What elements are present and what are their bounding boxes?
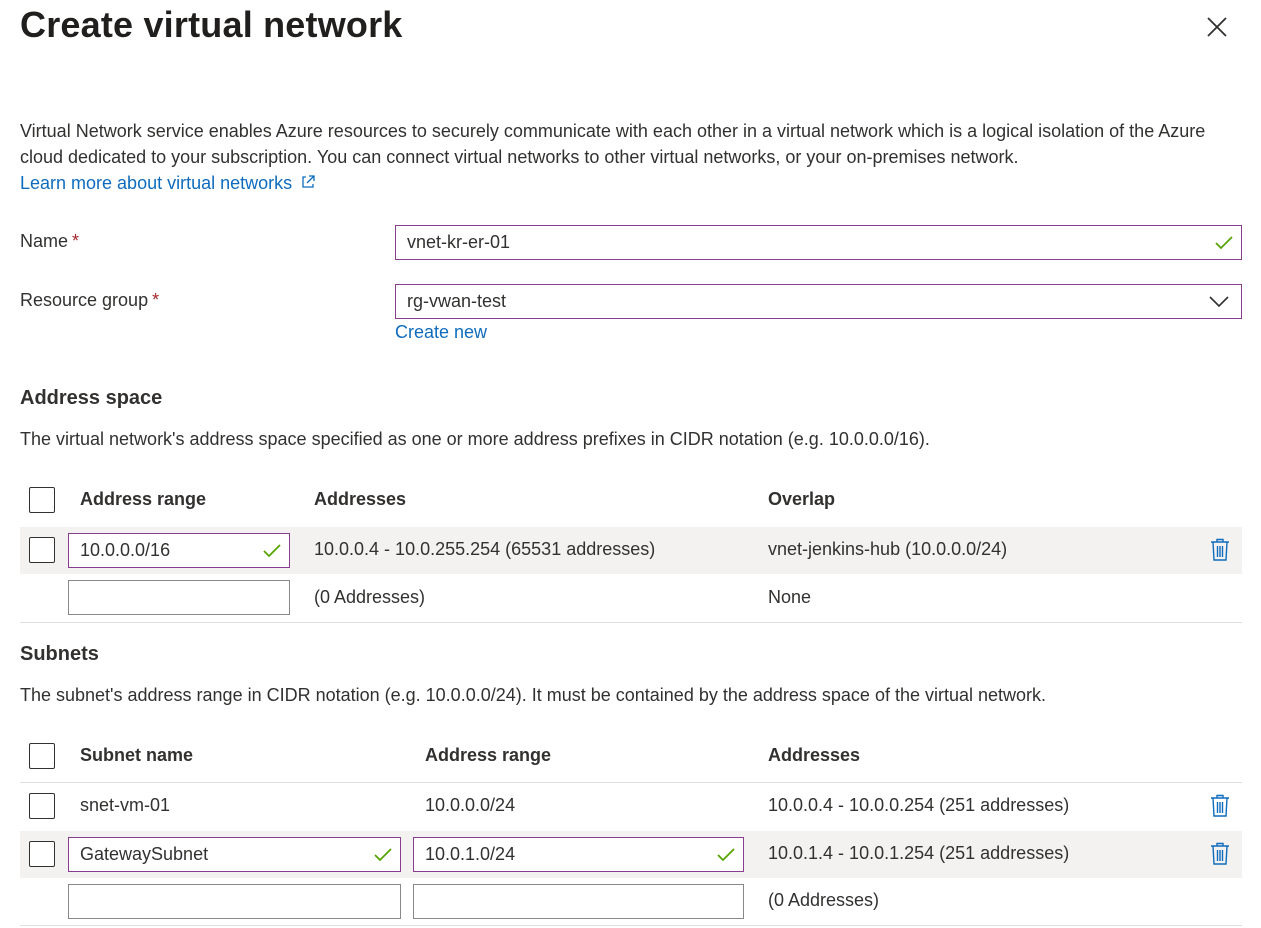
checkmark-icon: [1215, 235, 1233, 249]
create-new-link[interactable]: Create new: [395, 322, 487, 343]
subnet-range-input-value[interactable]: 10.0.1.0/24: [425, 844, 515, 865]
addresses-value: 10.0.0.4 - 10.0.255.254 (65531 addresses…: [314, 539, 656, 559]
delete-icon[interactable]: [1210, 538, 1230, 562]
name-input-value[interactable]: vnet-kr-er-01: [407, 232, 510, 253]
resource-group-label-text: Resource group: [20, 290, 149, 310]
row-checkbox[interactable]: [29, 537, 55, 563]
subnet-range-value: 10.0.0.0/24: [425, 795, 516, 815]
chevron-down-icon[interactable]: [1209, 295, 1229, 308]
close-button[interactable]: [1200, 10, 1234, 44]
checkmark-icon: [374, 847, 392, 861]
learn-more-link-text[interactable]: Learn more about virtual networks: [20, 173, 292, 193]
delete-icon[interactable]: [1210, 842, 1230, 866]
addresses-value: (0 Addresses): [314, 587, 426, 607]
subnets-description: The subnet's address range in CIDR notat…: [20, 685, 1047, 705]
required-marker: *: [72, 231, 80, 251]
external-link-icon: [302, 175, 315, 188]
column-header-overlap[interactable]: Overlap: [768, 489, 835, 510]
intro-text: Virtual Network service enables Azure re…: [20, 121, 1206, 167]
subnet-addresses-value: 10.0.1.4 - 10.0.1.254 (251 addresses): [768, 843, 1070, 863]
row-checkbox[interactable]: [29, 793, 55, 819]
address-space-description: The virtual network's address space spec…: [20, 429, 930, 449]
row-checkbox[interactable]: [29, 841, 55, 867]
column-header-addresses[interactable]: Addresses: [314, 489, 406, 510]
page-title: Create virtual network: [20, 4, 403, 45]
subnet-range-input[interactable]: 10.0.1.0/24: [413, 837, 744, 872]
checkmark-icon: [263, 543, 281, 557]
column-header-addresses[interactable]: Addresses: [768, 745, 860, 766]
name-label: Name *: [20, 231, 79, 252]
resource-group-value[interactable]: rg-vwan-test: [407, 291, 506, 312]
close-icon[interactable]: [1207, 17, 1227, 37]
new-subnet-name-input[interactable]: [68, 884, 401, 919]
intro-description: Virtual Network service enables Azure re…: [20, 118, 1235, 196]
column-header-subnet-name[interactable]: Subnet name: [80, 745, 193, 766]
resource-group-label: Resource group *: [20, 290, 159, 311]
overlap-value: None: [768, 587, 812, 607]
subnet-addresses-value: (0 Addresses): [768, 890, 880, 910]
select-all-address-checkbox[interactable]: [29, 487, 55, 513]
subnet-addresses-value: 10.0.0.4 - 10.0.0.254 (251 addresses): [768, 795, 1070, 815]
subnets-heading: Subnets: [20, 643, 99, 665]
required-marker: *: [152, 290, 160, 310]
column-header-address-range[interactable]: Address range: [425, 745, 551, 766]
checkmark-icon: [717, 847, 735, 861]
overlap-value: vnet-jenkins-hub (10.0.0.0/24): [768, 539, 1008, 559]
divider: [20, 925, 1242, 926]
address-range-value[interactable]: 10.0.0.0/16: [80, 540, 170, 561]
divider: [20, 622, 1242, 623]
name-label-text: Name: [20, 231, 69, 251]
select-all-subnets-checkbox[interactable]: [29, 743, 55, 769]
column-header-address-range[interactable]: Address range: [80, 489, 206, 510]
delete-icon[interactable]: [1210, 794, 1230, 818]
new-subnet-range-input[interactable]: [413, 884, 744, 919]
divider: [20, 782, 1242, 783]
subnet-name-input-value[interactable]: GatewaySubnet: [80, 844, 208, 865]
address-range-input[interactable]: 10.0.0.0/16: [68, 533, 290, 568]
name-input[interactable]: vnet-kr-er-01: [395, 225, 1242, 260]
new-address-range-input[interactable]: [68, 580, 290, 615]
subnet-name-input[interactable]: GatewaySubnet: [68, 837, 401, 872]
resource-group-select[interactable]: rg-vwan-test: [395, 284, 1242, 319]
address-space-heading: Address space: [20, 387, 163, 409]
learn-more-link[interactable]: Learn more about virtual networks: [20, 173, 316, 193]
subnet-name-value[interactable]: snet-vm-01: [80, 795, 170, 816]
